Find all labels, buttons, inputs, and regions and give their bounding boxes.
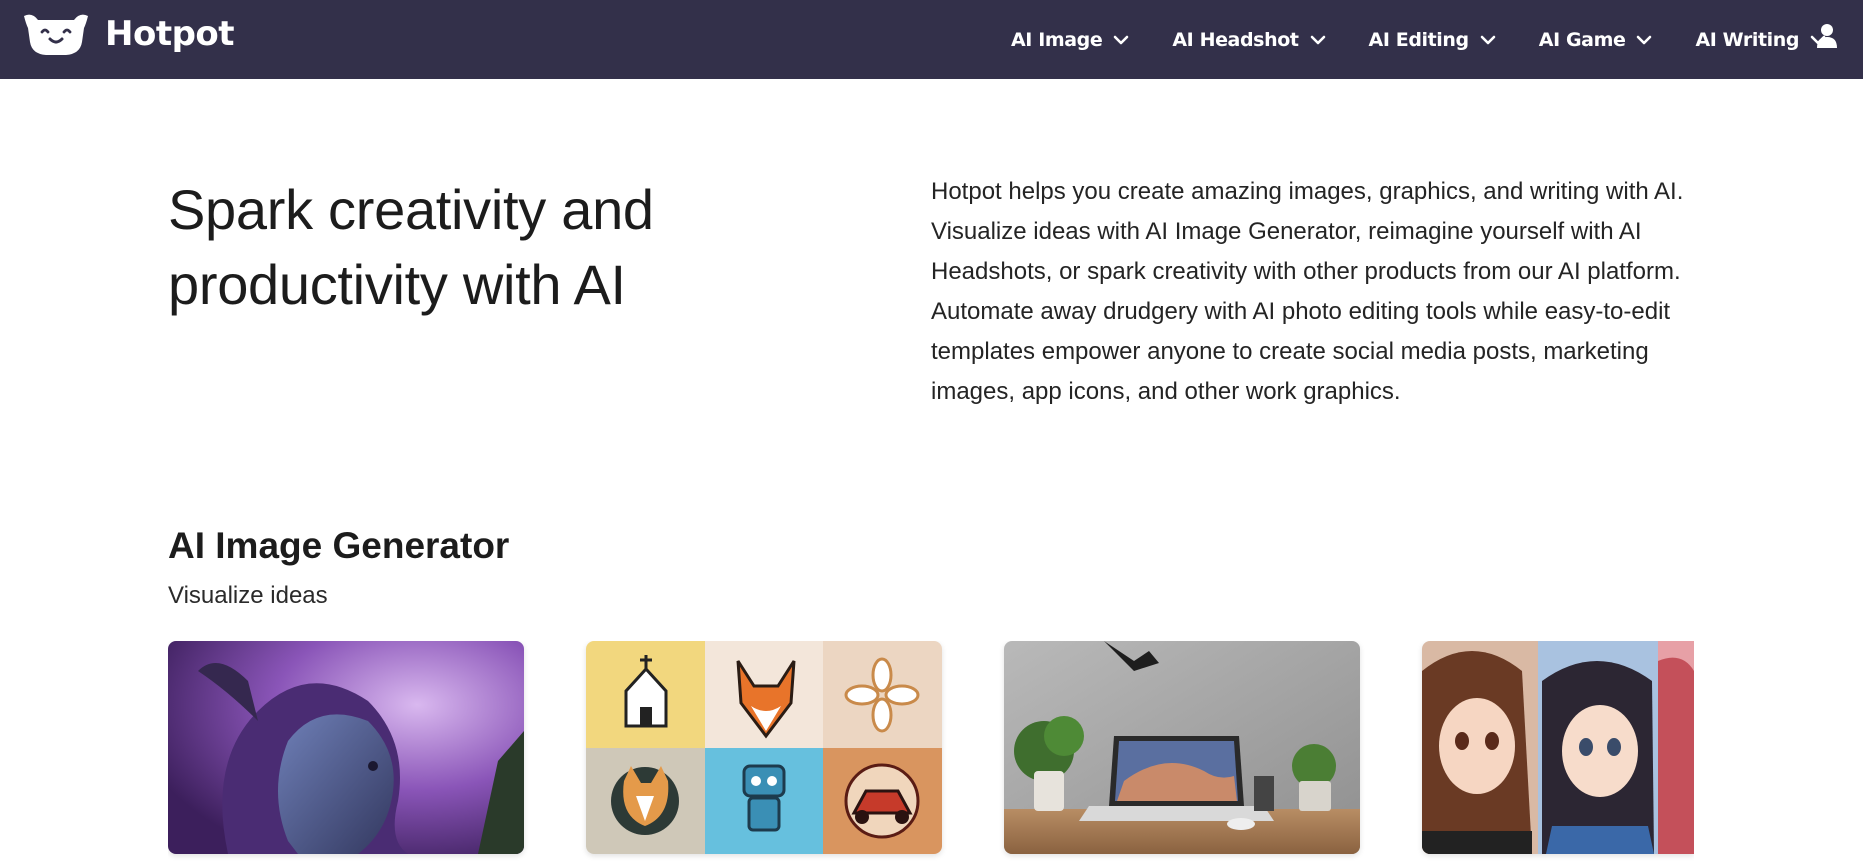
nav-item-ai-game[interactable]: AI Game [1539,29,1653,51]
nav-item-ai-image[interactable]: AI Image [1011,29,1129,51]
nav-item-label: AI Game [1538,28,1626,51]
chevron-down-icon [1480,35,1496,44]
section-subtitle: Visualize ideas [168,582,328,609]
image-card-fantasy-elf[interactable] [168,641,524,854]
nav-item-ai-writing[interactable]: AI Writing [1695,29,1826,51]
hero-description: Hotpot helps you create amazing images, … [931,172,1691,412]
brand-home-link[interactable]: Hotpot [22,12,235,56]
image-card-logo-grid[interactable] [586,641,942,854]
section-title: AI Image Generator [168,525,510,566]
hero-description-text: Hotpot helps you create amazing images, … [931,178,1684,405]
image-card-row [168,641,1694,866]
logo-grid-image [586,641,942,854]
top-navigation-bar: Hotpot AI Image AI Headshot AI Editing A… [0,0,1863,79]
nav-item-label: AI Headshot [1172,28,1299,51]
image-card-anime-portraits[interactable] [1422,641,1694,854]
user-icon[interactable] [1816,23,1838,49]
nav-item-ai-editing[interactable]: AI Editing [1369,29,1496,51]
chevron-down-icon [1114,35,1129,44]
chevron-down-icon [1310,35,1325,44]
chevron-down-icon [1637,35,1652,44]
nav-item-label: AI Writing [1695,28,1800,51]
hero-title: Spark creativity and productivity with A… [168,178,654,316]
nav-item-label: AI Image [1011,28,1103,51]
desk-laptop-image [1004,641,1360,854]
anime-portraits-image [1422,641,1694,854]
nav-item-label: AI Editing [1368,28,1470,51]
fantasy-elf-image [168,641,524,854]
smiling-pot-logo-icon [24,14,88,56]
nav-item-ai-headshot[interactable]: AI Headshot [1172,29,1325,51]
main-menu: AI Image AI Headshot AI Editing AI Game … [1011,0,1863,79]
image-card-desk-laptop[interactable] [1004,641,1360,854]
brand-name: Hotpot [105,14,235,54]
